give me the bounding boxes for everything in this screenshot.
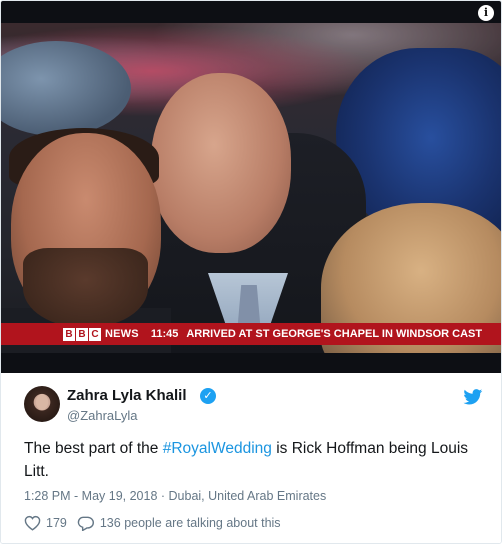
avatar-face (36, 394, 48, 410)
bbc-news-ticker: B B C NEWS 11:45 ARRIVED AT ST GEORGE'S … (1, 323, 501, 345)
location-link[interactable]: Dubai, United Arab Emirates (169, 489, 327, 503)
display-name[interactable]: Zahra Lyla Khalil (67, 387, 186, 404)
embedded-tweet-card: B B C NEWS 11:45 ARRIVED AT ST GEORGE'S … (0, 0, 502, 544)
tweet-body: Zahra Lyla Khalil ✓ @ZahraLyla The best … (1, 373, 501, 543)
like-count[interactable]: 179 (46, 516, 67, 530)
talking-about-link[interactable]: 136 people are talking about this (100, 516, 281, 530)
bbc-letter: B (76, 327, 88, 341)
heart-icon[interactable] (24, 515, 41, 531)
tweet-meta: 1:28 PM - May 19, 2018 · Dubai, United A… (24, 489, 326, 503)
twitter-bird-icon[interactable] (463, 389, 483, 405)
ticker-time: 11:45 (150, 328, 179, 340)
reply-bubble-icon[interactable] (77, 515, 94, 531)
avatar[interactable] (24, 386, 60, 422)
tv-screen-image: B B C NEWS 11:45 ARRIVED AT ST GEORGE'S … (1, 23, 501, 353)
hashtag-link[interactable]: #RoyalWedding (163, 440, 272, 457)
verified-badge-icon: ✓ (200, 388, 216, 404)
bearded-man-beard (23, 248, 148, 328)
ticker-headline: ARRIVED AT ST GEORGE'S CHAPEL IN WINDSOR… (186, 328, 483, 340)
tweet-actions: 179 136 people are talking about this (24, 513, 281, 533)
news-label: NEWS (105, 328, 139, 340)
tweet-photo[interactable]: B B C NEWS 11:45 ARRIVED AT ST GEORGE'S … (1, 1, 501, 373)
timestamp-link[interactable]: 1:28 PM - May 19, 2018 (24, 489, 157, 503)
info-icon[interactable]: i (478, 5, 494, 21)
tweet-text-start: The best part of the (24, 440, 163, 457)
user-handle[interactable]: @ZahraLyla (67, 408, 138, 423)
bbc-logo: B B C (63, 327, 102, 341)
bbc-letter: C (89, 327, 101, 341)
bbc-letter: B (63, 327, 75, 341)
meta-separator: · (157, 489, 169, 503)
tweet-text: The best part of the #RoyalWedding is Ri… (24, 437, 484, 483)
bald-man-head (151, 73, 291, 253)
